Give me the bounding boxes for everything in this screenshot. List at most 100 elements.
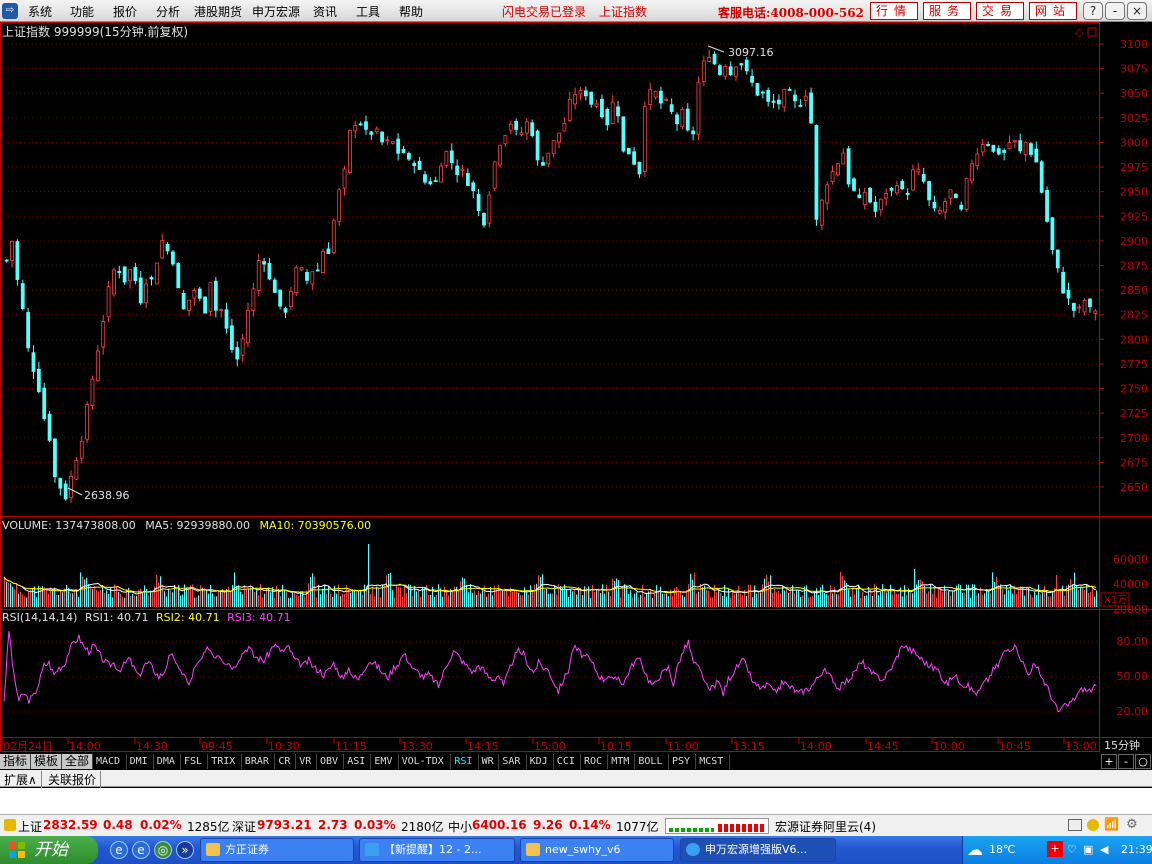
close-button[interactable]: × — [1127, 2, 1147, 20]
indicator-tab-vr[interactable]: VR — [296, 754, 317, 769]
volume-bar — [320, 594, 322, 607]
volume-bar — [84, 579, 86, 607]
indicator-tab-brar[interactable]: BRAR — [241, 754, 276, 769]
volume-bar — [544, 589, 546, 607]
menu-help[interactable]: 帮助 — [399, 3, 423, 20]
indicator-tab-fsl[interactable]: FSL — [181, 754, 209, 769]
indicator-tab-sar[interactable]: SAR — [499, 754, 527, 769]
volume-bar — [772, 592, 774, 607]
indicator-tab-boll[interactable]: BOLL — [635, 754, 669, 769]
menu-system[interactable]: 系统 — [28, 3, 52, 20]
signal-icon[interactable]: 📶 — [1104, 817, 1119, 831]
indicator-tab-emv[interactable]: EMV — [371, 754, 399, 769]
indicator-tab-mtm[interactable]: MTM — [608, 754, 636, 769]
task-swhy-app[interactable]: 申万宏源增强版V6... — [680, 838, 836, 862]
volume-bar — [926, 593, 928, 607]
network-icon[interactable]: ▣ — [1083, 843, 1093, 856]
volume-bar — [110, 587, 112, 607]
volume-bar — [924, 585, 926, 607]
task-new-swhy[interactable]: new_swhy_v6 — [520, 838, 674, 862]
volume-bar — [280, 596, 282, 607]
start-button[interactable]: 开始 — [0, 836, 98, 864]
volume-bar — [1088, 592, 1090, 607]
volume-bar — [660, 586, 662, 607]
task-fangzheng[interactable]: 方正证券 — [200, 838, 354, 862]
settings-gear-icon[interactable]: ⚙ — [1126, 817, 1138, 832]
chart-options-icon[interactable]: ◇ — [1075, 26, 1084, 39]
volume-icon[interactable]: ◀ — [1100, 843, 1108, 856]
indicator-tab-vol-tdx[interactable]: VOL-TDX — [398, 754, 452, 769]
clock[interactable]: 21:39 — [1121, 843, 1152, 856]
indicator-tab-全部[interactable]: 全部 — [62, 754, 93, 769]
volume-bar — [608, 591, 610, 607]
volume-bar — [46, 589, 48, 607]
menu-function[interactable]: 功能 — [70, 3, 94, 20]
indicator-tab-mcst[interactable]: MCST — [696, 754, 730, 769]
menu-tools[interactable]: 工具 — [356, 3, 380, 20]
minimize-button[interactable]: - — [1105, 2, 1125, 20]
menu-analysis[interactable]: 分析 — [156, 3, 180, 20]
antivirus-icon[interactable]: + — [1047, 841, 1063, 857]
price-gridlines — [0, 43, 1099, 488]
status-lock-icon[interactable] — [4, 819, 16, 831]
indicator-tab-wr[interactable]: WR — [478, 754, 500, 769]
menu-swhy[interactable]: 申万宏源 — [252, 3, 300, 20]
sz-index-value[interactable]: 9793.21 — [257, 818, 312, 832]
note-icon[interactable] — [1068, 819, 1082, 831]
zx-index-value[interactable]: 6400.16 — [472, 818, 527, 832]
volume-bar — [552, 593, 554, 607]
trade-button[interactable]: 交易 — [976, 2, 1024, 20]
app-quicklaunch-icon[interactable]: ◎ — [154, 841, 172, 859]
reset-zoom-button[interactable]: ○ — [1135, 754, 1151, 769]
candle-body — [707, 57, 712, 62]
volume-bar — [702, 587, 704, 607]
chart-area[interactable]: 3100 3075 3050 3025 3000 2975 2950 2925 2900 2875… — [0, 22, 1152, 753]
zoom-out-button[interactable]: - — [1118, 754, 1134, 769]
indicator-tab-psy[interactable]: PSY — [669, 754, 697, 769]
help-window-button[interactable]: ? — [1083, 2, 1103, 20]
indicator-tab-rsi[interactable]: RSI — [451, 754, 479, 769]
ie2-quicklaunch-icon[interactable]: e — [132, 841, 150, 859]
candle-body — [868, 187, 872, 203]
app-logo-icon[interactable]: ⇨ — [2, 3, 18, 19]
indicator-tab-cr[interactable]: CR — [275, 754, 297, 769]
volume-bar — [264, 593, 266, 607]
shield-icon[interactable]: ♡ — [1067, 843, 1077, 856]
indicator-tab-指标[interactable]: 指标 — [0, 754, 31, 769]
indicator-tab-roc[interactable]: ROC — [581, 754, 609, 769]
related-quotes-tab[interactable]: 关联报价 — [44, 771, 102, 788]
candle-body — [353, 125, 358, 132]
task-new-reminder[interactable]: 【新提醒】12 - 2... — [359, 838, 515, 862]
ie-quicklaunch-icon[interactable]: e — [110, 841, 128, 859]
indicator-tab-macd[interactable]: MACD — [93, 754, 127, 769]
volume-ma5-line — [3, 576, 1097, 595]
period-label[interactable]: 15分钟 — [1104, 738, 1140, 752]
bell-icon[interactable] — [1087, 819, 1099, 831]
chart-expand-icon[interactable] — [1087, 27, 1097, 37]
service-button[interactable]: 服务 — [923, 2, 971, 20]
indicator-tab-trix[interactable]: TRIX — [208, 754, 242, 769]
quote-button[interactable]: 行情 — [870, 2, 918, 20]
indicator-tab-模板[interactable]: 模板 — [31, 754, 62, 769]
indicator-tab-cci[interactable]: CCI — [553, 754, 581, 769]
show-desktop-icon[interactable]: » — [176, 841, 194, 859]
indicator-tab-dmi[interactable]: DMI — [126, 754, 154, 769]
menu-hk-futures[interactable]: 港股期货 — [194, 3, 242, 20]
volume-bar — [546, 588, 548, 607]
weather-cloud-icon[interactable]: ☁ — [967, 840, 983, 859]
candle-body — [857, 194, 862, 199]
volume-bar — [446, 592, 448, 607]
indicator-tab-obv[interactable]: OBV — [317, 754, 345, 769]
indicator-tab-kdj[interactable]: KDJ — [526, 754, 554, 769]
volume-bar — [458, 591, 460, 607]
indicator-tab-asi[interactable]: ASI — [344, 754, 372, 769]
extend-toggle[interactable]: 扩展∧ — [0, 771, 42, 788]
indicator-tab-dma[interactable]: DMA — [153, 754, 181, 769]
menu-info[interactable]: 资讯 — [313, 3, 337, 20]
server-name[interactable]: 宏源证券阿里云(4) — [775, 818, 876, 835]
zoom-in-button[interactable]: + — [1101, 754, 1117, 769]
menu-quote[interactable]: 报价 — [113, 3, 137, 20]
website-button[interactable]: 网站 — [1029, 2, 1077, 20]
sh-index-value[interactable]: 2832.59 — [43, 818, 98, 832]
candle-body — [616, 106, 620, 117]
